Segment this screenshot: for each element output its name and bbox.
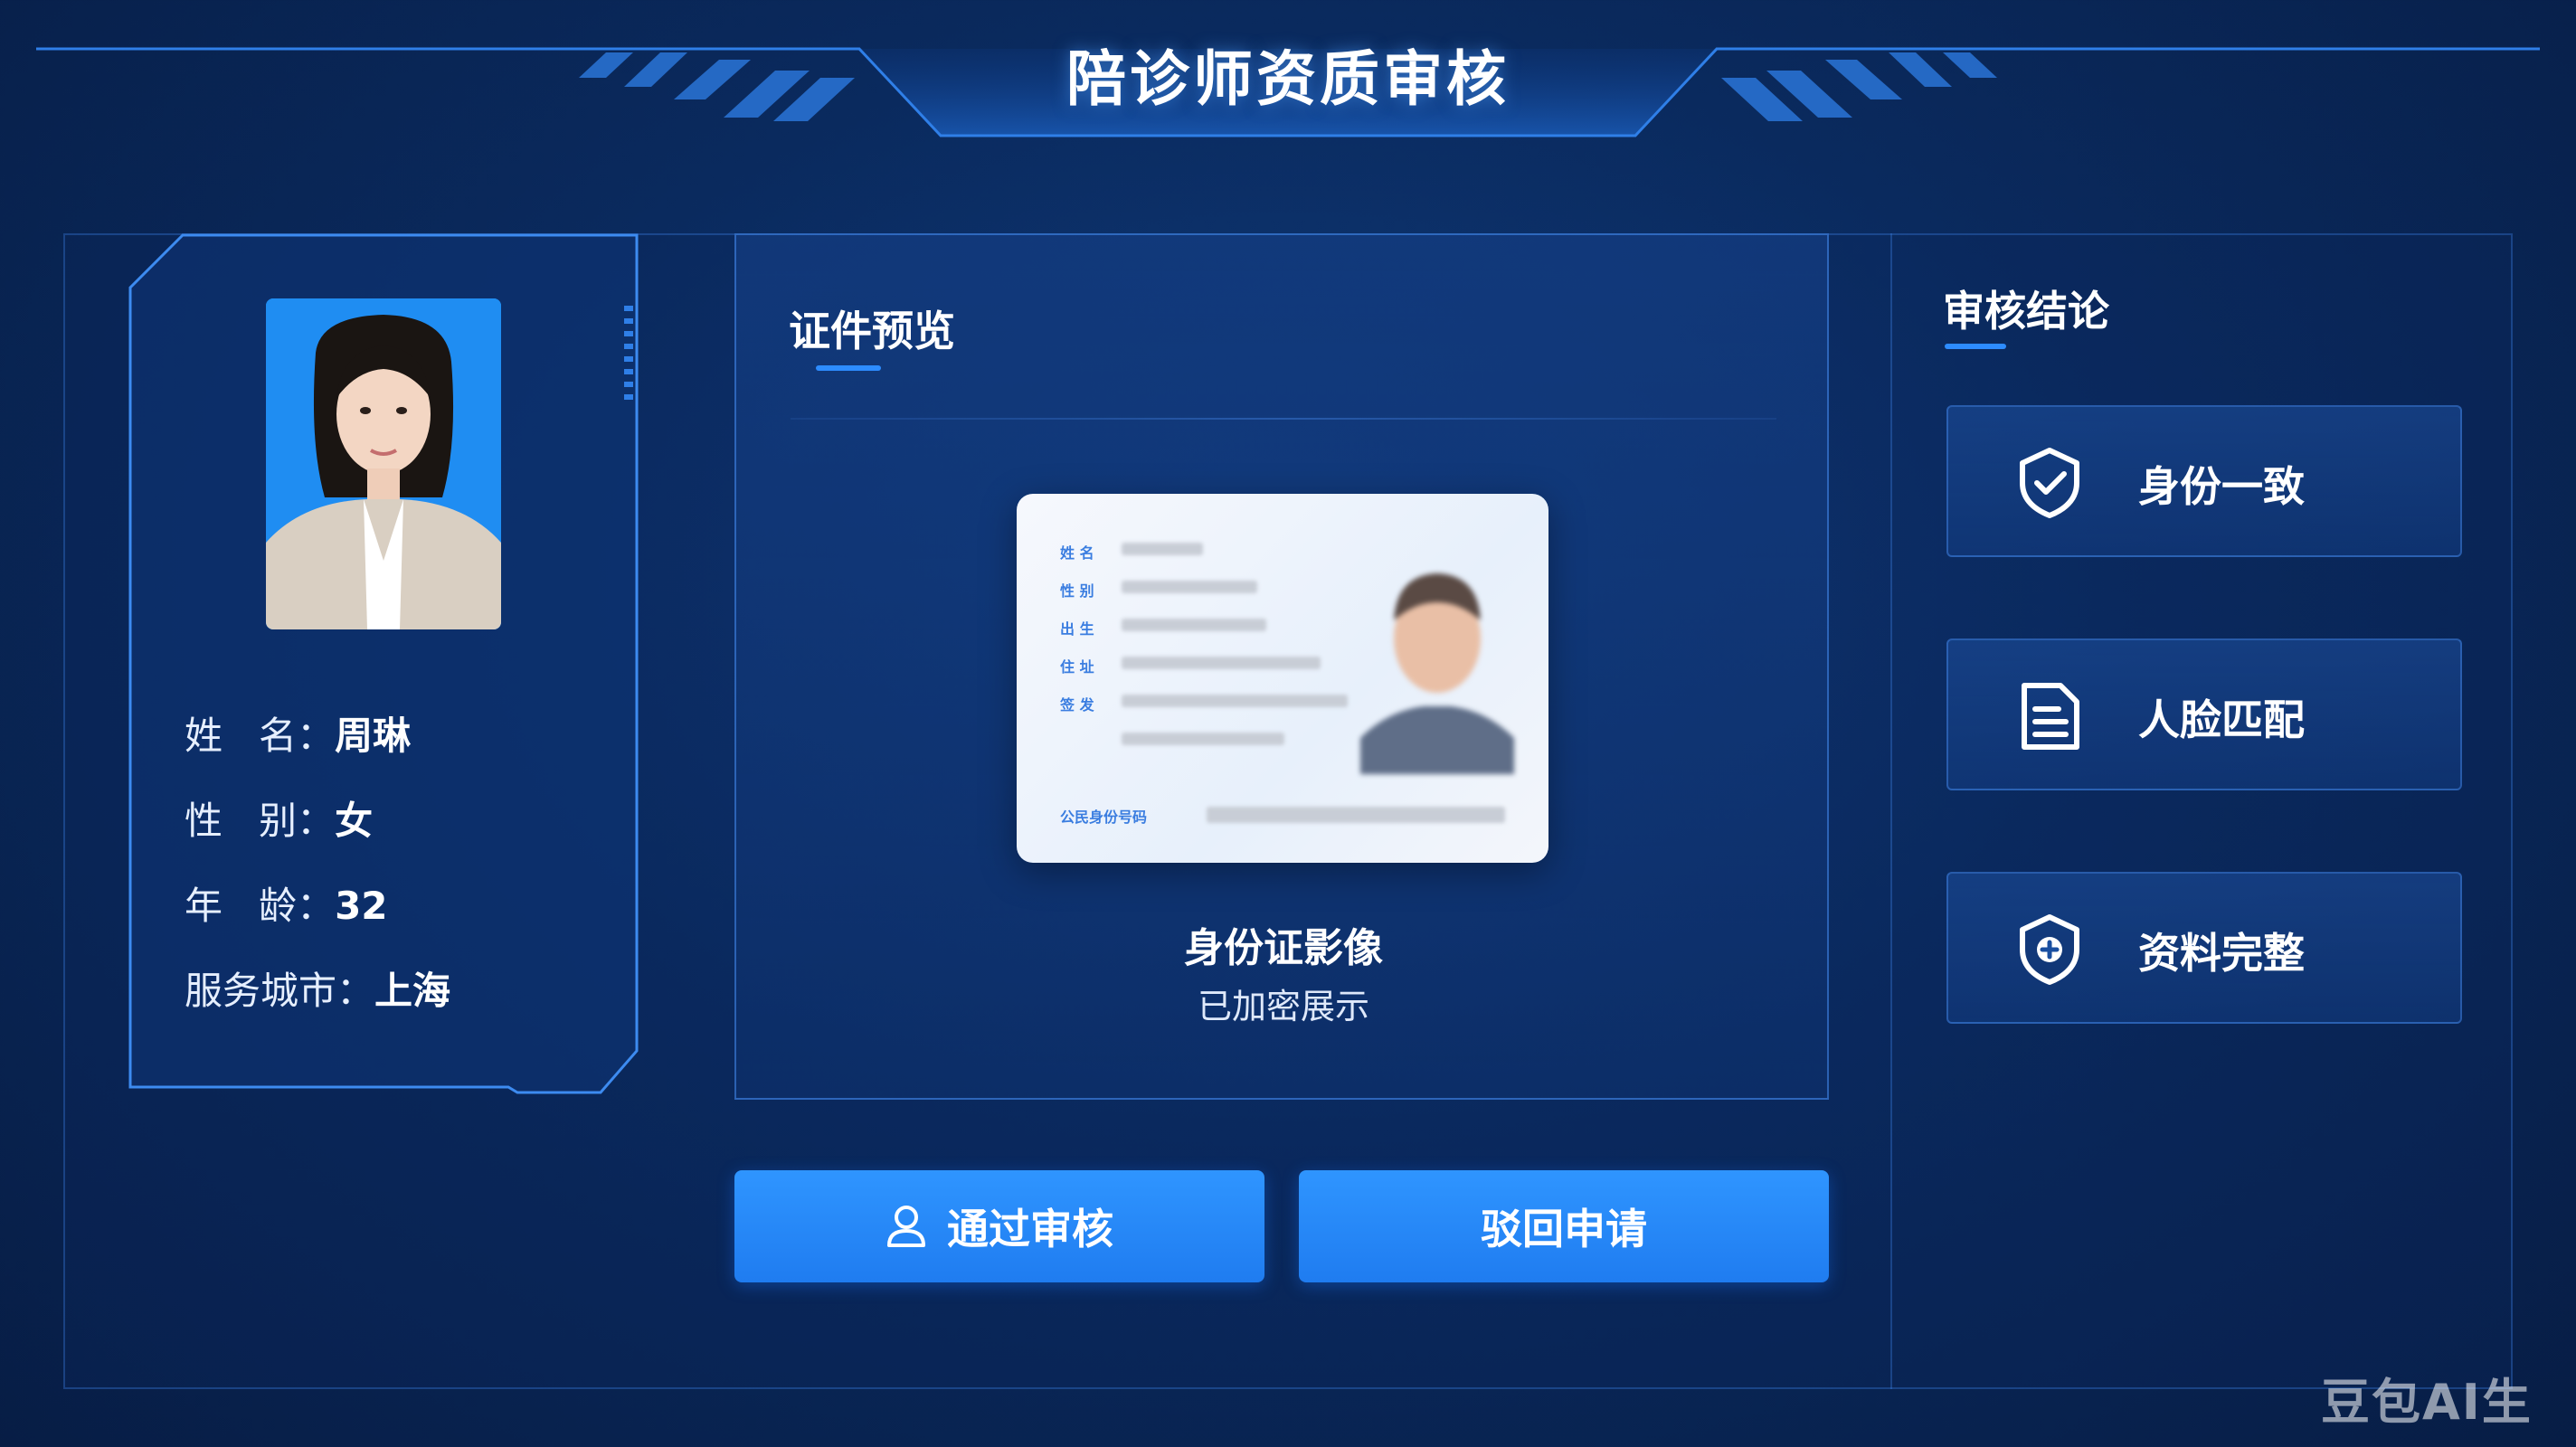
id-label-gender: 性 别 <box>1060 582 1094 600</box>
id-card-caption: 身份证影像 <box>1184 925 1383 971</box>
check-item-label: 资料完整 <box>2138 929 2305 978</box>
check-item-complete: 资料完整 <box>1946 872 2462 1024</box>
id-label-birth: 出 生 <box>1060 620 1094 638</box>
shield-check-icon <box>2020 448 2079 518</box>
id-card-portrait <box>1360 573 1514 774</box>
reject-button[interactable]: 驳回申请 <box>1299 1170 1829 1282</box>
id-card-subcaption: 已加密展示 <box>1197 987 1369 1026</box>
gender-value: 女 <box>335 799 374 843</box>
id-blur-number <box>1207 807 1505 823</box>
profile-card: 姓 名：周琳 性 别：女 年 龄：32 服务城市：上海 <box>128 233 639 1094</box>
id-blur-address-2 <box>1122 695 1348 707</box>
check-item-label: 身份一致 <box>2138 462 2305 511</box>
id-label-number: 公民身份号码 <box>1060 809 1148 826</box>
approve-button[interactable]: 通过审核 <box>734 1170 1264 1282</box>
profile-city-row: 服务城市：上海 <box>185 960 450 1016</box>
profile-photo <box>266 298 501 629</box>
document-icon <box>2022 683 2079 750</box>
id-label-issue: 签 发 <box>1060 696 1094 714</box>
id-blur-name <box>1122 543 1203 555</box>
preview-panel: 证件预览 姓 名 性 别 出 生 住 址 签 发 公民身份号码 身份证影像 已加… <box>734 233 1829 1100</box>
id-blur-birth <box>1122 619 1266 631</box>
avatar <box>266 298 501 629</box>
id-label-name: 姓 名 <box>1060 544 1094 562</box>
user-icon <box>887 1206 925 1247</box>
shield-plus-icon <box>2020 914 2079 985</box>
check-item-identity: 身份一致 <box>1946 405 2462 557</box>
id-blur-gender <box>1122 581 1257 593</box>
id-card-image[interactable]: 姓 名 性 别 出 生 住 址 签 发 公民身份号码 <box>1017 494 1548 863</box>
conclusion-title-underline <box>1945 344 2006 349</box>
profile-age-row: 年 龄：32 <box>185 875 388 931</box>
preview-title: 证件预览 <box>789 307 955 355</box>
page-title: 陪诊师资质审核 <box>1066 44 1510 114</box>
watermark: 豆包AI生成 <box>2321 1374 2533 1447</box>
id-label-address: 住 址 <box>1060 658 1094 676</box>
conclusion-title: 审核结论 <box>1943 287 2109 336</box>
preview-divider <box>791 418 1776 420</box>
id-blur-issue <box>1122 733 1284 745</box>
city-label: 服务城市： <box>185 969 375 1013</box>
gender-label: 性 别： <box>185 799 336 843</box>
profile-name-row: 姓 名：周琳 <box>185 705 411 761</box>
header: 陪诊师资质审核 <box>0 0 2576 154</box>
city-value: 上海 <box>374 969 451 1013</box>
check-item-label: 人脸匹配 <box>2138 695 2305 744</box>
id-blur-address-1 <box>1122 657 1321 669</box>
profile-gender-row: 性 别：女 <box>185 790 373 846</box>
preview-title-underline <box>816 365 881 371</box>
approve-button-label: 通过审核 <box>947 1205 1113 1253</box>
check-item-face: 人脸匹配 <box>1946 638 2462 790</box>
age-label: 年 龄： <box>185 884 336 928</box>
name-value: 周琳 <box>335 714 412 758</box>
age-value: 32 <box>335 884 388 928</box>
reject-button-label: 驳回申请 <box>1481 1205 1647 1253</box>
name-label: 姓 名： <box>185 714 336 758</box>
conclusion-panel: 审核结论 身份一致 人脸匹配 资料完整 <box>1890 233 2513 1389</box>
